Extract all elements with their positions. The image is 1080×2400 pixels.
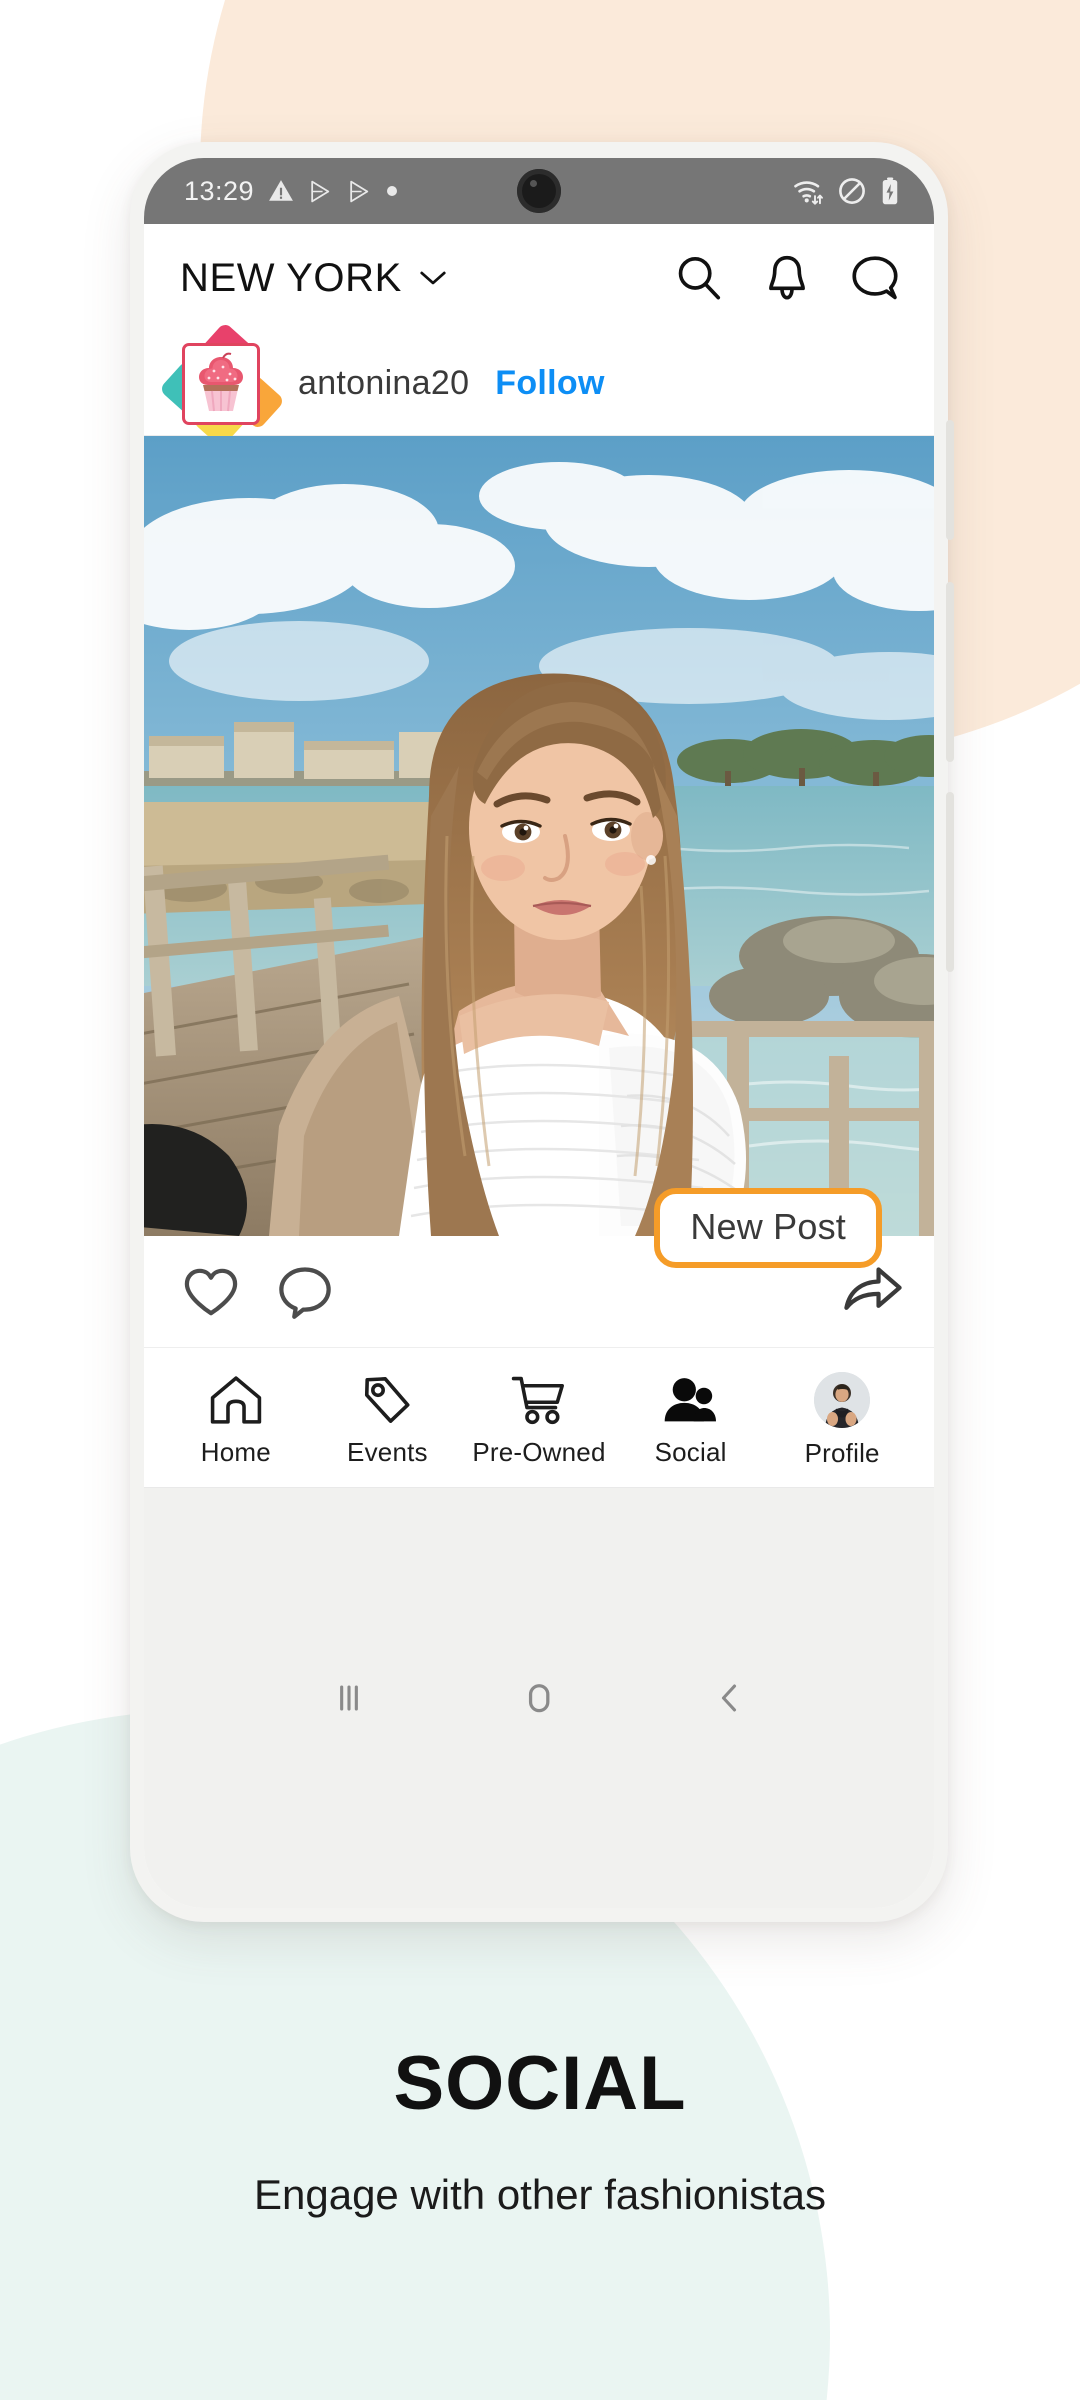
new-post-tooltip[interactable]: New Post	[654, 1188, 882, 1268]
play-store-icon	[350, 180, 369, 202]
nav-item-profile[interactable]: Profile	[766, 1372, 918, 1469]
home-icon	[210, 1376, 262, 1424]
status-bar-left: 13:29	[184, 176, 398, 207]
post-image[interactable]	[144, 436, 934, 1236]
nav-label-events: Events	[347, 1437, 428, 1467]
post-header: antonina20 Follow	[144, 321, 934, 448]
promo-headline: SOCIAL	[393, 2041, 687, 2126]
promo-copy: SOCIAL Engage with other fashionistas	[0, 2040, 1080, 2219]
share-icon[interactable]	[842, 1262, 904, 1316]
phone-mockup: 13:29 NEW YORK antonina20 Follow New Pos…	[130, 142, 954, 1922]
chevron-down-icon	[420, 271, 446, 285]
status-time: 13:29	[184, 175, 255, 206]
header-actions	[674, 253, 900, 303]
city-selector[interactable]: NEW YORK	[180, 256, 448, 301]
profile-avatar	[814, 1372, 871, 1428]
avatar[interactable]	[158, 321, 286, 448]
tag-icon	[365, 1377, 410, 1423]
comment-icon[interactable]	[276, 1264, 334, 1320]
heart-icon[interactable]	[182, 1265, 240, 1319]
page-title: NEW YORK	[180, 255, 402, 300]
post-photo-illustration	[144, 436, 934, 1236]
follow-button[interactable]: Follow	[495, 364, 604, 403]
nav-item-home[interactable]: Home	[160, 1373, 312, 1468]
chat-bubble-icon[interactable]	[850, 254, 900, 302]
nav-item-events[interactable]: Events	[312, 1373, 464, 1468]
wifi-icon	[794, 181, 823, 205]
warning-triangle-icon	[269, 180, 293, 201]
nav-label-pre-owned: Pre-Owned	[472, 1437, 606, 1467]
do-not-disturb-icon	[839, 178, 865, 204]
promo-subhead: Engage with other fashionistas	[253, 2171, 827, 2218]
battery-charging-icon	[882, 177, 898, 205]
people-icon	[664, 1378, 716, 1422]
play-store-icon	[311, 180, 330, 202]
status-bar-right	[792, 176, 900, 206]
app-header: NEW YORK	[144, 224, 934, 332]
home-button-icon[interactable]	[516, 1675, 562, 1721]
back-button-icon[interactable]	[707, 1676, 751, 1720]
nav-label-home: Home	[200, 1437, 271, 1467]
dot-icon	[387, 186, 398, 196]
bell-icon[interactable]	[764, 253, 810, 303]
cart-icon	[511, 1376, 564, 1425]
cupcake-icon	[199, 352, 243, 411]
nav-item-social[interactable]: Social	[615, 1373, 767, 1468]
phone-volume-down-button	[946, 792, 954, 972]
phone-volume-up-button	[946, 582, 954, 762]
profile-photo	[814, 1372, 871, 1428]
nav-item-pre-owned[interactable]: Pre-Owned	[463, 1373, 615, 1468]
phone-screen: 13:29 NEW YORK antonina20 Follow New Pos…	[144, 158, 934, 1908]
post-username[interactable]: antonina20	[298, 364, 469, 403]
nav-label-social: Social	[654, 1437, 727, 1467]
nav-label-profile: Profile	[804, 1438, 880, 1468]
front-camera-punch-hole	[517, 169, 561, 213]
bottom-navigation: Home Events Pre-Owned Social Profile	[144, 1348, 934, 1488]
search-icon[interactable]	[674, 253, 724, 303]
phone-side-button	[946, 420, 954, 540]
android-navigation-bar	[144, 1488, 934, 1908]
share-action	[842, 1262, 904, 1321]
post-action-bar: New Post	[144, 1188, 934, 1348]
status-bar: 13:29	[144, 158, 934, 224]
avatar-frame	[182, 342, 260, 425]
recents-icon[interactable]	[327, 1676, 371, 1720]
